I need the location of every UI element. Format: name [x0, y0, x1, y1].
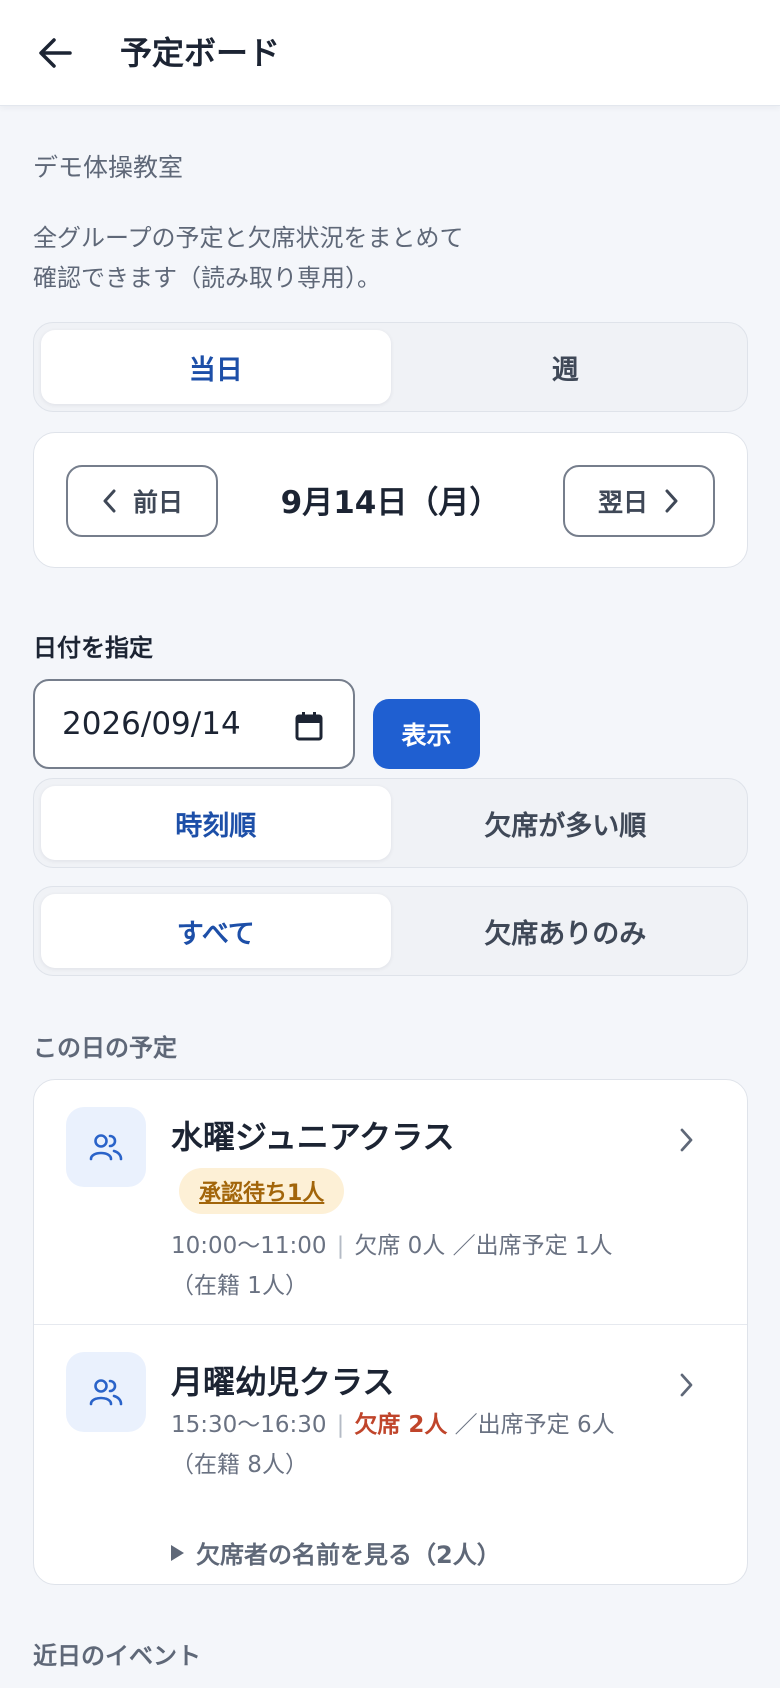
absent-count: 欠席 0人 [354, 1233, 446, 1259]
enrolled-count: （在籍 1人） [171, 1273, 308, 1299]
sort-by-absences[interactable]: 欠席が多い順 [391, 786, 741, 860]
arrow-left-icon [39, 38, 72, 68]
back-button[interactable] [30, 28, 80, 78]
absentee-names-toggle[interactable]: 欠席者の名前を見る（2人） [171, 1535, 501, 1570]
planned-count: ／出席予定 6人 [454, 1412, 615, 1438]
date-picker-label: 日付を指定 [33, 634, 153, 662]
next-day-button[interactable]: 翌日 [563, 465, 715, 537]
sort-toggle: 時刻順 欠席が多い順 [33, 778, 748, 868]
chevron-right-icon [665, 489, 678, 513]
description-line-1: 全グループの予定と欠席状況をまとめて [33, 224, 464, 252]
class-time: 10:00〜11:00 [171, 1233, 327, 1259]
show-button[interactable]: 表示 [373, 699, 480, 769]
filter-toggle: すべて 欠席ありのみ [33, 886, 748, 976]
pending-approval-badge[interactable]: 承認待ち1人 [179, 1168, 345, 1214]
schedule-list: 水曜ジュニアクラス 承認待ち1人 10:00〜11:00 | 欠席 0人 ／出席予定… [33, 1079, 748, 1585]
schedule-item[interactable]: 月曜幼児クラス 15:30〜16:30 | 欠席 2人 ／出席予定 6人 （在籍 8… [34, 1325, 747, 1584]
meta-separator: | [336, 1412, 345, 1438]
next-day-label: 翌日 [597, 488, 648, 517]
chevron-right-icon [680, 1373, 693, 1397]
absentee-toggle-label: 欠席者の名前を見る（2人） [196, 1541, 501, 1569]
events-heading: 近日のイベント [33, 1642, 201, 1670]
tab-today[interactable]: 当日 [41, 330, 391, 404]
schedule-item[interactable]: 水曜ジュニアクラス 承認待ち1人 10:00〜11:00 | 欠席 0人 ／出席予定… [34, 1080, 747, 1325]
meta-separator: | [336, 1233, 345, 1259]
page-description: 全グループの予定と欠席状況をまとめて 確認できます（読み取り専用）。 [33, 218, 733, 298]
date-navigator: 前日 9月14日（月） 翌日 [33, 432, 748, 568]
class-time: 15:30〜16:30 [171, 1412, 327, 1438]
chevron-right-icon [680, 1128, 693, 1152]
school-name: デモ体操教室 [33, 153, 184, 182]
group-avatar [66, 1107, 146, 1187]
class-meta: 15:30〜16:30 | 欠席 2人 ／出席予定 6人 [171, 1405, 615, 1445]
sort-by-time[interactable]: 時刻順 [41, 786, 391, 860]
page-title: 予定ボード [120, 34, 281, 72]
users-icon [89, 1379, 123, 1406]
class-name: 月曜幼児クラス [171, 1363, 395, 1401]
class-meta: 10:00〜11:00 | 欠席 0人 ／出席予定 1人 [171, 1226, 613, 1266]
app-header: 予定ボード [0, 0, 780, 106]
group-avatar [66, 1352, 146, 1432]
class-name: 水曜ジュニアクラス [171, 1118, 455, 1156]
filter-all[interactable]: すべて [41, 894, 391, 968]
view-toggle: 当日 週 [33, 322, 748, 412]
date-input[interactable]: 2026/09/14 [33, 679, 355, 769]
planned-count: ／出席予定 1人 [452, 1233, 613, 1259]
filter-absent-only[interactable]: 欠席ありのみ [391, 894, 741, 968]
absent-count: 欠席 2人 [354, 1412, 448, 1438]
tab-week[interactable]: 週 [391, 330, 741, 404]
description-line-2: 確認できます（読み取り専用）。 [33, 264, 381, 292]
disclosure-triangle-icon [171, 1544, 184, 1561]
date-input-value: 2026/09/14 [62, 706, 241, 742]
schedule-heading: この日の予定 [33, 1034, 177, 1062]
calendar-icon[interactable] [295, 711, 323, 741]
users-icon [89, 1134, 123, 1161]
enrolled-count: （在籍 8人） [171, 1452, 308, 1478]
